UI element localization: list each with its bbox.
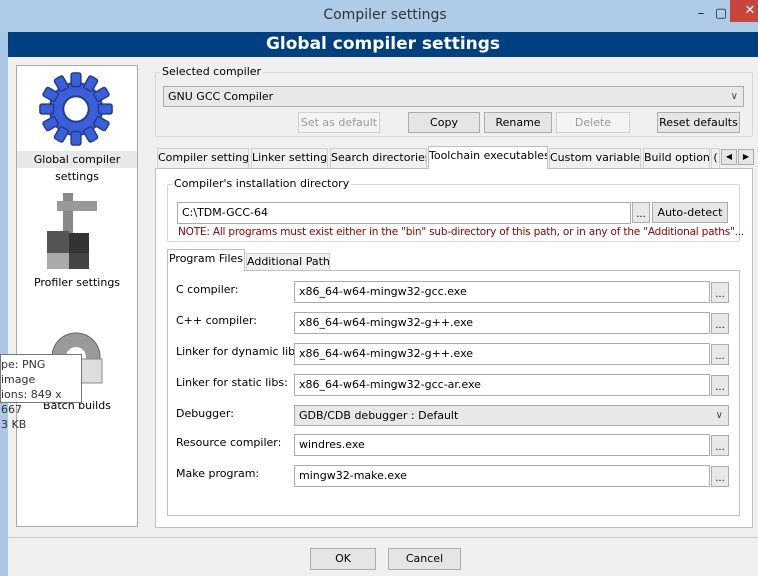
tab-build-options[interactable]: Build options — [643, 148, 710, 168]
tab-program-files[interactable]: Program Files — [167, 249, 245, 271]
static-linker-input[interactable]: x86_64-w64-mingw32-gcc-ar.exe — [294, 374, 710, 396]
auto-detect-button[interactable]: Auto-detect — [652, 202, 728, 223]
static-linker-label: Linker for static libs: — [176, 376, 288, 389]
resource-compiler-label: Resource compiler: — [176, 436, 282, 449]
gear-tooth — [70, 72, 82, 88]
cancel-button[interactable]: Cancel — [388, 548, 461, 570]
debugger-select[interactable]: GDB/CDB debugger : Default ∨ — [294, 405, 729, 426]
tab-linker-settings[interactable]: Linker settings — [251, 148, 328, 168]
tab-scroll-right-icon[interactable]: ▶ — [738, 149, 754, 165]
resource-compiler-browse-button[interactable]: ... — [711, 435, 729, 456]
window-title: Compiler settings — [323, 7, 447, 23]
dynamic-linker-input[interactable]: x86_64-w64-mingw32-g++.exe — [294, 343, 710, 365]
make-program-input[interactable]: mingw32-make.exe — [294, 465, 710, 487]
install-dir-browse-button[interactable]: ... — [632, 202, 650, 223]
make-program-label: Make program: — [176, 467, 260, 480]
compiler-select[interactable]: GNU GCC Compiler ∨ — [163, 86, 744, 107]
chevron-down-icon: ∨ — [730, 91, 738, 102]
sidebar-item-profiler-settings[interactable]: Profiler settings — [17, 276, 137, 289]
tab-compiler-settings[interactable]: Compiler settings — [157, 148, 249, 168]
gear-tooth — [97, 103, 113, 115]
tab-partial[interactable]: ( — [711, 148, 720, 168]
chevron-down-icon: ∨ — [715, 410, 723, 421]
tab-additional-paths[interactable]: Additional Paths — [246, 253, 330, 270]
cpp-compiler-browse-button[interactable]: ... — [711, 313, 729, 334]
reset-defaults-button[interactable]: Reset defaults — [657, 112, 740, 133]
dynamic-linker-label: Linker for dynamic libs: — [176, 345, 305, 358]
install-dir-note: NOTE: All programs must exist either in … — [178, 226, 745, 238]
caliper-icon — [47, 193, 97, 269]
c-compiler-label: C compiler: — [176, 283, 239, 296]
file-info-tooltip: pe: PNG image ions: 849 x 667 3 KB — [0, 354, 82, 431]
tab-toolchain-executables[interactable]: Toolchain executables — [428, 146, 548, 169]
cpp-compiler-input[interactable]: x86_64-w64-mingw32-g++.exe — [294, 312, 710, 334]
c-compiler-browse-button[interactable]: ... — [711, 282, 729, 303]
compiler-select-value: GNU GCC Compiler — [168, 90, 274, 103]
tab-search-directories[interactable]: Search directories — [330, 148, 427, 168]
make-program-browse-button[interactable]: ... — [711, 466, 729, 487]
selected-compiler-legend: Selected compiler — [160, 65, 264, 78]
tooltip-line: ions: 849 x 667 — [1, 388, 62, 416]
set-default-button[interactable]: Set as default — [298, 112, 380, 133]
close-icon[interactable]: ✕ — [730, 0, 758, 22]
blue-gear-icon — [39, 72, 113, 146]
gear-tooth — [39, 103, 55, 115]
sidebar: Global compiler settings Profiler settin… — [16, 65, 138, 527]
static-linker-browse-button[interactable]: ... — [711, 375, 729, 396]
tooltip-line: pe: PNG image — [1, 358, 46, 386]
install-dir-input[interactable]: C:\TDM-GCC-64 — [177, 202, 631, 224]
resource-compiler-input[interactable]: windres.exe — [294, 434, 710, 456]
cpp-compiler-label: C++ compiler: — [176, 314, 258, 327]
install-dir-legend: Compiler's installation directory — [172, 177, 352, 190]
sidebar-item-global-compiler-settings[interactable]: Global compiler settings — [17, 151, 137, 183]
debugger-select-value: GDB/CDB debugger : Default — [299, 409, 459, 422]
rename-button[interactable]: Rename — [484, 112, 552, 133]
page-title: Global compiler settings — [8, 32, 758, 57]
gear-tooth — [70, 130, 82, 146]
debugger-label: Debugger: — [176, 407, 234, 420]
copy-button[interactable]: Copy — [408, 112, 480, 133]
dynamic-linker-browse-button[interactable]: ... — [711, 344, 729, 365]
delete-button[interactable]: Delete — [556, 112, 630, 133]
ok-button[interactable]: OK — [310, 548, 376, 570]
tooltip-line: 3 KB — [1, 418, 27, 431]
footer-divider — [8, 537, 758, 538]
tab-custom-variables[interactable]: Custom variables — [549, 148, 641, 168]
tab-scroll-left-icon[interactable]: ◀ — [721, 149, 737, 165]
c-compiler-input[interactable]: x86_64-w64-mingw32-gcc.exe — [294, 281, 710, 303]
